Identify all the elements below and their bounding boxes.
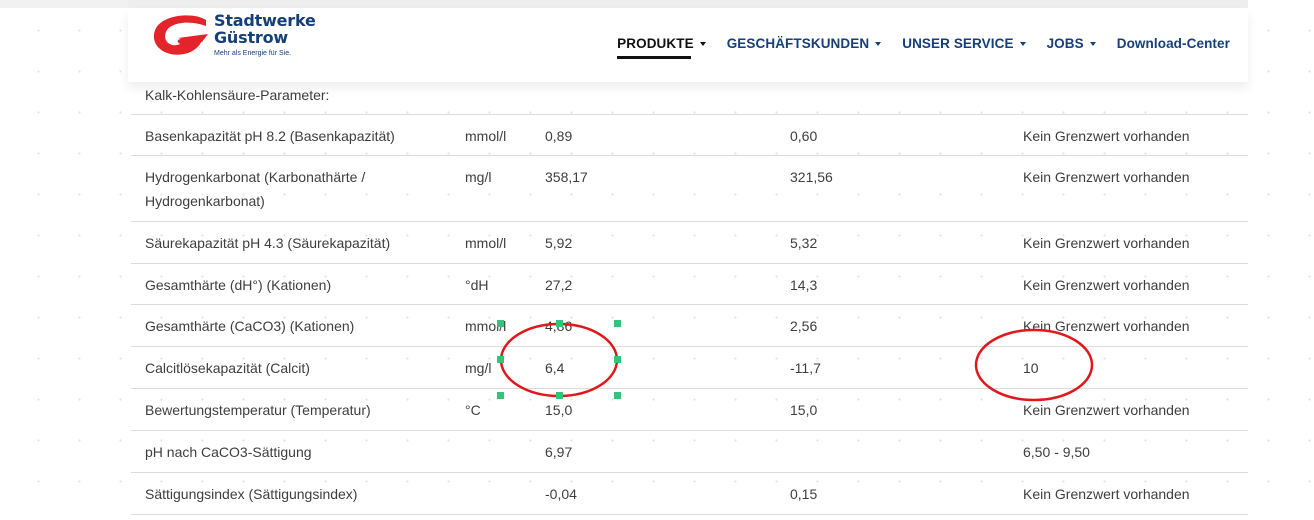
parameter-unit: mg/l — [465, 169, 492, 185]
table-row: Säurekapazität pH 4.3 (Säurekapazität) m… — [131, 222, 1248, 264]
left-strip — [0, 0, 128, 8]
brand-tagline: Mehr als Energie für Sie. — [214, 50, 292, 57]
selection-handle[interactable] — [614, 392, 621, 399]
parameter-value-2: 321,56 — [790, 169, 833, 185]
water-parameter-table: Kalk-Kohlensäure-Parameter: Basenkapazit… — [131, 73, 1248, 515]
parameter-value-1: -0,04 — [545, 486, 577, 502]
parameter-value-1: 5,92 — [545, 235, 573, 251]
selection-handle[interactable] — [556, 320, 563, 327]
parameter-value-2: 0,15 — [790, 486, 818, 502]
parameter-name: Calcitlösekapazität (Calcit) — [145, 360, 310, 376]
parameter-limit: Kein Grenzwert vorhanden — [1023, 402, 1190, 418]
parameter-unit: mg/l — [465, 360, 492, 376]
parameter-unit: mmol/l — [465, 128, 507, 144]
parameter-value-1: 0,89 — [545, 128, 573, 144]
caret-down-icon — [1089, 41, 1096, 46]
main-nav: PRODUKTE GESCHÄFTSKUNDEN UNSER SERVICE J… — [617, 36, 1230, 59]
table-row: pH nach CaCO3-Sättigung 6,97 6,50 - 9,50 — [131, 431, 1248, 473]
nav-item-label: GESCHÄFTSKUNDEN — [726, 36, 870, 51]
table-row: Bewertungstemperatur (Temperatur) °C 15,… — [131, 389, 1248, 431]
selection-handle[interactable] — [497, 392, 504, 399]
selection-handle[interactable] — [497, 320, 504, 327]
selection-handle[interactable] — [497, 356, 504, 363]
parameter-name: Bewertungstemperatur (Temperatur) — [145, 402, 371, 418]
parameter-value-2: 15,0 — [790, 402, 818, 418]
parameter-limit: Kein Grenzwert vorhanden — [1023, 235, 1190, 251]
parameter-unit: mmol/l — [465, 235, 507, 251]
parameter-limit: 10 — [1023, 360, 1039, 376]
table-row: Calcitlösekapazität (Calcit) mg/l 6,4 -1… — [131, 347, 1248, 389]
caret-down-icon — [875, 41, 882, 46]
nav-item-label: UNSER SERVICE — [902, 36, 1014, 51]
nav-item-produkte[interactable]: PRODUKTE — [617, 36, 706, 59]
site-header: Stadtwerke Güstrow Mehr als Energie für … — [128, 8, 1248, 82]
caret-down-icon — [1019, 41, 1026, 46]
nav-item-label: JOBS — [1046, 36, 1084, 51]
parameter-name: Säurekapazität pH 4.3 (Säurekapazität) — [145, 235, 391, 251]
table-row: Hydrogenkarbonat (Karbonathärte / Hydrog… — [131, 156, 1248, 222]
table-row: Sättigungsindex (Sättigungsindex) -0,04 … — [131, 473, 1248, 515]
parameter-value-1: 15,0 — [545, 402, 573, 418]
parameter-name: Basenkapazität pH 8.2 (Basenkapazität) — [145, 128, 395, 144]
parameter-value-1: 27,2 — [545, 277, 573, 293]
parameter-limit: Kein Grenzwert vorhanden — [1023, 128, 1190, 144]
table-row: Gesamthärte (dH°) (Kationen) °dH 27,2 14… — [131, 264, 1248, 305]
parameter-name: Hydrogenkarbonat (Karbonathärte / Hydrog… — [145, 169, 366, 209]
parameter-value-1: 6,97 — [545, 444, 573, 460]
parameter-name: pH nach CaCO3-Sättigung — [145, 444, 312, 460]
brand-name-line2: Güstrow — [214, 28, 288, 47]
parameter-value-2: 2,56 — [790, 318, 818, 334]
parameter-value-2: 0,60 — [790, 128, 818, 144]
nav-item-unser-service[interactable]: UNSER SERVICE — [902, 36, 1026, 51]
parameter-limit: Kein Grenzwert vorhanden — [1023, 277, 1190, 293]
parameter-limit: 6,50 - 9,50 — [1023, 444, 1090, 460]
caret-down-icon — [699, 41, 706, 46]
parameter-value-1: 6,4 — [545, 360, 565, 376]
selection-handle[interactable] — [614, 356, 621, 363]
parameter-value-1: 358,17 — [545, 169, 588, 185]
parameter-limit: Kein Grenzwert vorhanden — [1023, 169, 1190, 185]
table-row: Basenkapazität pH 8.2 (Basenkapazität) m… — [131, 115, 1248, 156]
selection-handle[interactable] — [614, 320, 621, 327]
parameter-name: Gesamthärte (CaCO3) (Kationen) — [145, 318, 355, 334]
nav-item-label: Download-Center — [1116, 36, 1230, 51]
page: Stadtwerke Güstrow Mehr als Energie für … — [0, 0, 1314, 520]
parameter-value-2: 14,3 — [790, 277, 818, 293]
nav-item-download-center[interactable]: Download-Center — [1117, 36, 1230, 51]
table-row: Gesamthärte (CaCO3) (Kationen) mmol/l 4,… — [131, 305, 1248, 347]
parameter-value-2: 5,32 — [790, 235, 818, 251]
nav-item-jobs[interactable]: JOBS — [1047, 36, 1096, 51]
parameter-limit: Kein Grenzwert vorhanden — [1023, 486, 1190, 502]
selection-handle[interactable] — [556, 392, 563, 399]
parameter-name: Gesamthärte (dH°) (Kationen) — [145, 277, 332, 293]
nav-item-geschaeftskunden[interactable]: GESCHÄFTSKUNDEN — [727, 36, 882, 51]
parameter-limit: Kein Grenzwert vorhanden — [1023, 318, 1190, 334]
stadtwerke-swoosh-icon — [153, 15, 208, 55]
section-label: Kalk-Kohlensäure-Parameter: — [145, 87, 330, 103]
parameter-name: Sättigungsindex (Sättigungsindex) — [145, 486, 358, 502]
parameter-unit: °C — [465, 402, 481, 418]
site-logo[interactable]: Stadtwerke Güstrow Mehr als Energie für … — [150, 12, 330, 62]
nav-item-label: PRODUKTE — [617, 36, 694, 51]
parameter-value-2: -11,7 — [790, 360, 821, 376]
top-strip — [128, 0, 1248, 8]
parameter-unit: °dH — [465, 277, 489, 293]
